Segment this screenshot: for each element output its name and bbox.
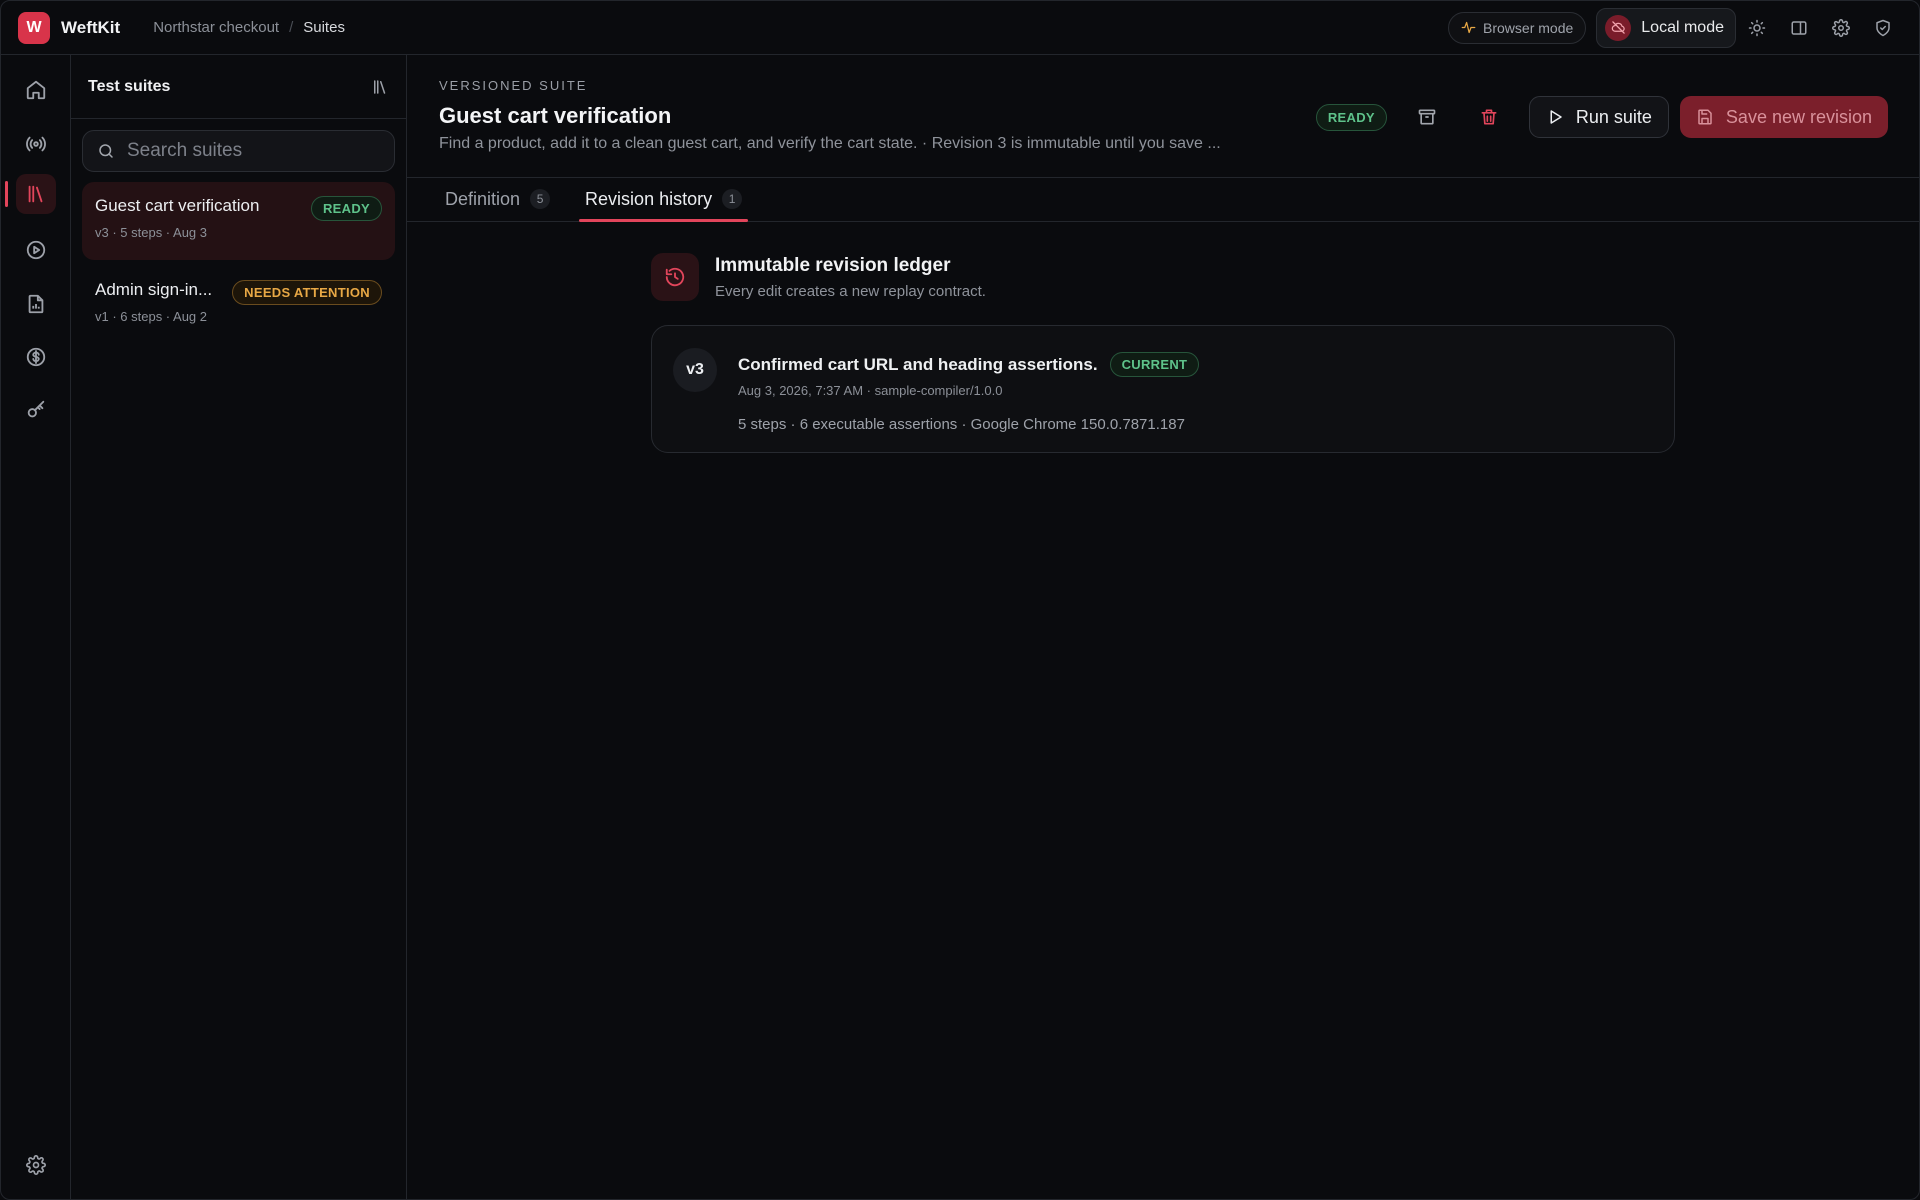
- broadcast-icon: [25, 133, 47, 155]
- top-actions: Browser mode Local mode: [1448, 7, 1904, 48]
- status-badge: READY: [310, 196, 382, 221]
- breadcrumb-item-project[interactable]: Northstar checkout: [153, 19, 279, 36]
- key-icon: [25, 399, 47, 421]
- save-revision-button[interactable]: Save new revision: [1679, 96, 1888, 138]
- suite-header: VERSIONED SUITE Guest cart verification …: [407, 55, 1919, 178]
- nav-settings[interactable]: [16, 1145, 56, 1185]
- revision-version: v3: [673, 348, 717, 392]
- home-icon: [25, 79, 47, 101]
- breadcrumb-separator: /: [289, 19, 294, 36]
- shield-icon: [1874, 19, 1892, 37]
- status-badge: READY: [1315, 103, 1387, 131]
- ledger-title: Immutable revision ledger: [715, 254, 951, 276]
- trash-icon: [1479, 107, 1499, 127]
- nav-suites[interactable]: [16, 174, 56, 214]
- main-content: VERSIONED SUITE Guest cart verification …: [407, 55, 1919, 1199]
- current-badge: CURRENT: [1109, 352, 1200, 377]
- run-suite-button[interactable]: Run suite: [1528, 96, 1669, 138]
- security-button[interactable]: [1862, 8, 1904, 48]
- nav-billing[interactable]: [16, 337, 56, 377]
- nav-keys[interactable]: [16, 390, 56, 430]
- cloud-off-icon: [1605, 14, 1632, 41]
- revision-stats: 5 steps · 6 executable assertions · Goog…: [738, 416, 1185, 433]
- tab-label: Definition: [445, 188, 521, 209]
- gear-icon: [1832, 18, 1850, 37]
- revision-card[interactable]: v3 Confirmed cart URL and heading assert…: [651, 325, 1675, 453]
- archive-button[interactable]: [1406, 96, 1448, 138]
- nav-runs[interactable]: [16, 230, 56, 270]
- local-mode-button[interactable]: Local mode: [1596, 7, 1736, 48]
- dollar-icon: [25, 346, 47, 368]
- delete-button[interactable]: [1468, 96, 1510, 138]
- toggle-panel-button[interactable]: [1778, 8, 1820, 48]
- play-circle-icon: [25, 239, 47, 261]
- brand-name: WeftKit: [61, 17, 121, 37]
- nav-active-indicator: [5, 181, 8, 207]
- ledger-header: Immutable revision ledger Every edit cre…: [651, 253, 1675, 301]
- nav-rail: [1, 55, 71, 1199]
- suite-description: Find a product, add it to a clean guest …: [439, 135, 1221, 152]
- tab-count-badge: 1: [722, 189, 743, 209]
- app-window: W WeftKit Northstar checkout / Suites Br…: [0, 0, 1920, 1200]
- library-icon: [25, 183, 47, 205]
- nav-reports[interactable]: [16, 284, 56, 324]
- app-logo[interactable]: W: [18, 11, 50, 44]
- history-icon: [651, 253, 699, 301]
- nav-home[interactable]: [16, 70, 56, 110]
- archive-icon: [1417, 107, 1437, 127]
- breadcrumb-item-current[interactable]: Suites: [303, 19, 345, 36]
- suite-meta: v1 · 6 steps · Aug 2: [95, 309, 208, 324]
- library-icon[interactable]: [371, 78, 389, 96]
- status-badge: NEEDS ATTENTION: [232, 280, 382, 305]
- save-revision-label: Save new revision: [1725, 106, 1872, 127]
- sun-icon: [1748, 19, 1766, 37]
- browser-mode-button[interactable]: Browser mode: [1448, 11, 1587, 44]
- tab-bar: Definition 5 Revision history 1: [407, 177, 1919, 222]
- suite-item-guest-cart[interactable]: Guest cart verification v3 · 5 steps · A…: [82, 182, 395, 260]
- page-title: Guest cart verification: [439, 103, 672, 128]
- gear-icon: [26, 1155, 46, 1175]
- revision-title: Confirmed cart URL and heading assertion…: [738, 354, 1098, 374]
- top-bar: W WeftKit Northstar checkout / Suites Br…: [1, 1, 1919, 55]
- play-icon: [1546, 108, 1576, 126]
- nav-live[interactable]: [16, 124, 56, 164]
- suites-title: Test suites: [88, 77, 171, 95]
- ledger-text: Immutable revision ledger Every edit cre…: [715, 255, 986, 300]
- revision-meta: Aug 3, 2026, 7:37 AM · sample-compiler/1…: [738, 383, 1003, 398]
- ledger-subtitle: Every edit creates a new replay contract…: [715, 282, 986, 300]
- save-icon: [1696, 108, 1726, 126]
- panel-icon: [1790, 19, 1808, 37]
- suites-panel: Test suites Guest cart verification v3 ·…: [71, 55, 407, 1199]
- activity-icon: [1461, 20, 1483, 35]
- settings-button[interactable]: [1820, 8, 1862, 48]
- breadcrumb: Northstar checkout / Suites: [153, 19, 345, 36]
- revision-title-row: Confirmed cart URL and heading assertion…: [738, 352, 1200, 377]
- tab-revision-history[interactable]: Revision history 1: [579, 177, 749, 222]
- tab-label: Revision history: [585, 188, 713, 209]
- search-box: [82, 130, 395, 172]
- report-icon: [25, 293, 47, 315]
- suite-item-admin-sign-in[interactable]: Admin sign-in... v1 · 6 steps · Aug 2 NE…: [82, 266, 395, 344]
- tab-definition[interactable]: Definition 5: [439, 177, 556, 221]
- suite-meta: v3 · 5 steps · Aug 3: [95, 225, 208, 240]
- search-icon: [97, 142, 115, 160]
- theme-toggle-button[interactable]: [1736, 8, 1778, 48]
- browser-mode-label: Browser mode: [1483, 19, 1574, 36]
- run-suite-label: Run suite: [1575, 106, 1652, 127]
- suites-header: Test suites: [71, 55, 406, 119]
- revision-ledger: Immutable revision ledger Every edit cre…: [651, 253, 1675, 453]
- search-input[interactable]: [127, 140, 367, 162]
- local-mode-label: Local mode: [1641, 18, 1724, 36]
- header-actions: READY Run suite Save new revision: [1315, 96, 1888, 138]
- eyebrow-label: VERSIONED SUITE: [439, 78, 588, 93]
- tab-count-badge: 5: [530, 189, 551, 209]
